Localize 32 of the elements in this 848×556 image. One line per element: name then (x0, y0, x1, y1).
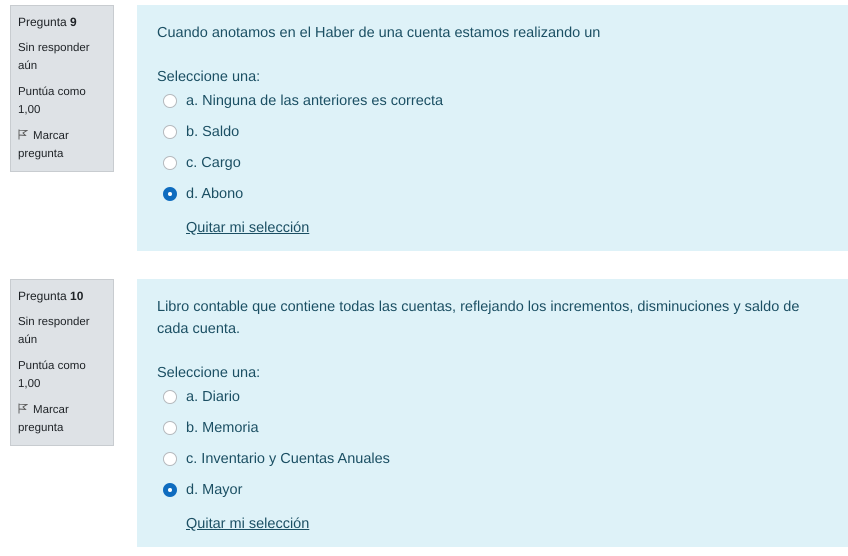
question-text: Libro contable que contiene todas las cuentas, reflejando los incrementos, disminuciones y saldo de cada cuenta. (157, 298, 800, 339)
radio-button[interactable] (163, 186, 177, 200)
option-label[interactable]: b. Saldo (186, 120, 240, 142)
option-label[interactable]: c. Inventario y Cuentas Anuales (186, 448, 390, 470)
flag-question-link[interactable]: Marcar pregunta (18, 401, 107, 437)
option-label[interactable]: a. Diario (186, 386, 240, 408)
flag-question-link[interactable]: Marcar pregunta (18, 127, 107, 163)
clear-selection-link[interactable]: Quitar mi selección (186, 217, 310, 239)
question-number: Pregunta 9 (18, 14, 78, 31)
radio-button[interactable] (163, 390, 177, 404)
clear-selection-link[interactable]: Quitar mi selección (186, 513, 310, 535)
radio-button[interactable] (163, 94, 177, 108)
radio-button[interactable] (163, 124, 177, 138)
option-label[interactable]: d. Mayor (186, 478, 242, 500)
question-grade: Puntúa como 1,00 (18, 359, 87, 392)
option-label[interactable]: b. Memoria (186, 416, 259, 438)
option-label[interactable]: d. Abono (186, 182, 244, 204)
question-text: Cuando anotamos en el Haber de una cuenta estamos realizando un (157, 24, 602, 43)
question-grade: Puntúa como 1,00 (18, 85, 87, 118)
select-prompt: Seleccione una: (157, 364, 262, 383)
flag-icon (18, 403, 28, 414)
question-number: Pregunta 10 (18, 288, 84, 305)
radio-button[interactable] (163, 452, 177, 466)
radio-button[interactable] (163, 156, 177, 170)
option-label[interactable]: a. Ninguna de las anteriores es correcta (186, 90, 444, 112)
question-status: Sin responder aún (18, 315, 91, 348)
radio-button[interactable] (163, 420, 177, 434)
radio-button[interactable] (163, 482, 177, 496)
question-status: Sin responder aún (18, 41, 91, 74)
option-label[interactable]: c. Cargo (186, 152, 241, 174)
flag-icon (18, 129, 28, 140)
select-prompt: Seleccione una: (157, 68, 262, 87)
